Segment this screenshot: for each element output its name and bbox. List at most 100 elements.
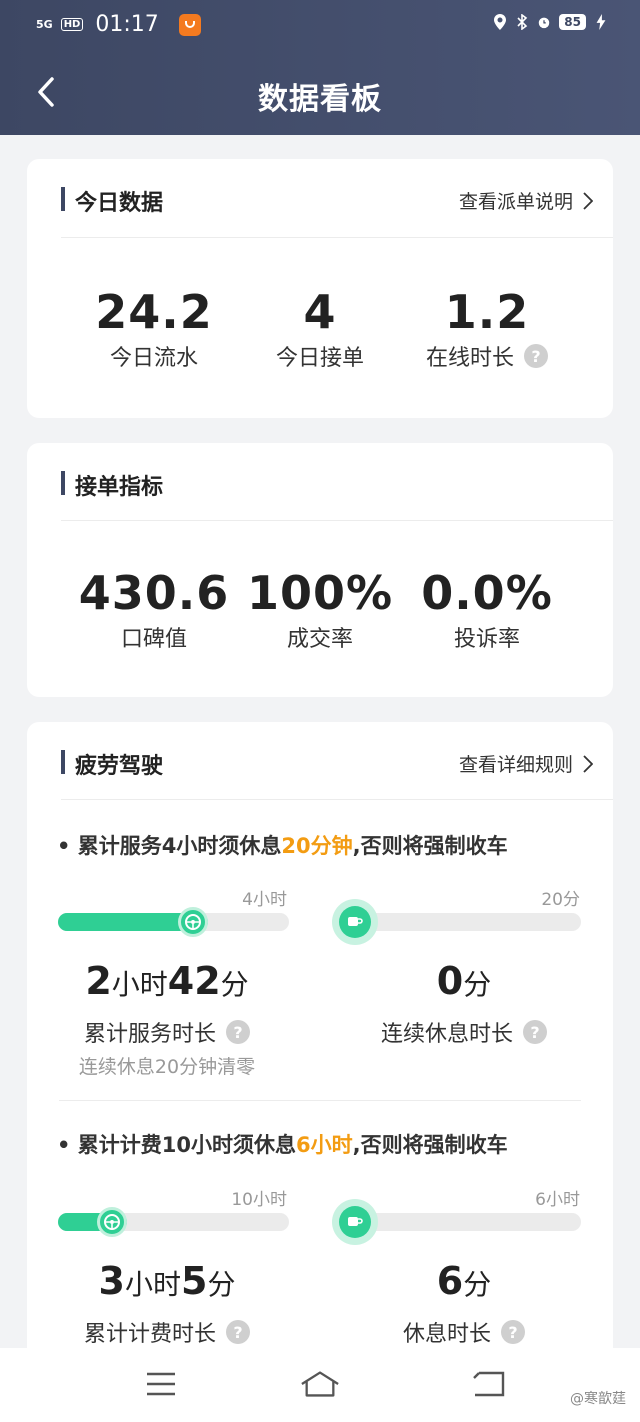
stat-label: 今日接单 [275, 346, 364, 371]
status-bar: 5G HD 01:17 85 [0, 0, 640, 50]
today-data-card: 今日数据 查看派单说明 24.2 今日流水 4 今日接单 1.2 在线时长? [27, 159, 613, 418]
divider [59, 1100, 581, 1101]
rule-highlight: 20分钟 [281, 834, 353, 858]
steering-wheel-icon [97, 1207, 128, 1237]
hours-unit: 小时 [111, 968, 168, 1001]
hours-value: 2 [85, 959, 112, 1003]
fatigue-driving-card: 疲劳驾驶 查看详细规则 • 累计服务4小时须休息20分钟,否则将强制收车 4小时… [27, 722, 613, 1362]
hd-badge: HD [60, 18, 84, 31]
rest2-duration-value: 6分 [324, 1259, 604, 1303]
help-icon[interactable]: ? [226, 1320, 250, 1344]
metrics-card-title: 接单指标 [61, 469, 163, 501]
signal-indicator: 5G [36, 18, 53, 31]
fatigue-rule-1: • 累计服务4小时须休息20分钟,否则将强制收车 [57, 830, 508, 860]
header: 5G HD 01:17 85 数据看板 [0, 0, 640, 135]
billing-duration-label: 累计计费时长? [27, 1316, 307, 1348]
charging-icon [596, 14, 606, 30]
stat-value: 430.6 [78, 566, 230, 620]
minutes-value: 42 [167, 959, 221, 1003]
hours-unit: 小时 [124, 1268, 181, 1301]
billing-duration-value: 3小时5分 [27, 1259, 307, 1303]
stat-value: 100% [246, 566, 394, 620]
return-icon [473, 1371, 505, 1397]
dispatch-info-link[interactable]: 查看派单说明 [459, 187, 593, 214]
back-nav-button[interactable] [468, 1366, 508, 1402]
minutes-unit: 分 [463, 1268, 492, 1301]
home-button[interactable] [300, 1366, 340, 1402]
help-icon[interactable]: ? [524, 344, 548, 368]
app-notification-icon [178, 13, 201, 36]
stat-completion-rate: 100% 成交率 [230, 565, 410, 653]
stat-label: 成交率 [286, 627, 353, 652]
stat-today-orders: 4 今日接单 [230, 284, 410, 372]
watermark: @寒歆莛 [570, 1391, 626, 1407]
stat-today-revenue: 24.2 今日流水 [64, 284, 244, 372]
duration-label: 休息时长 [402, 1322, 491, 1347]
menu-button[interactable] [141, 1366, 181, 1402]
status-time: 01:17 [95, 12, 159, 37]
minutes-unit: 分 [463, 968, 492, 1001]
steering-wheel-icon [178, 907, 209, 937]
stat-label: 在线时长 [425, 346, 514, 371]
dispatch-info-label: 查看派单说明 [458, 191, 573, 213]
rest2-duration-label: 休息时长? [324, 1316, 604, 1348]
coffee-cup-icon [332, 1199, 378, 1245]
rule-highlight: 6小时 [295, 1133, 353, 1157]
stat-label: 投诉率 [453, 627, 520, 652]
stat-label: 今日流水 [109, 346, 198, 371]
detail-rules-link[interactable]: 查看详细规则 [459, 750, 593, 777]
minutes-value: 5 [181, 1259, 208, 1303]
service-duration-label: 累计服务时长? [27, 1016, 307, 1048]
rest2-limit-caption: 6小时 [535, 1190, 580, 1210]
minutes-unit: 分 [207, 1268, 236, 1301]
bluetooth-icon [517, 14, 528, 30]
rule-text: ,否则将强制收车 [352, 1133, 508, 1157]
fatigue-card-title: 疲劳驾驶 [61, 748, 163, 780]
coffee-cup-icon [332, 899, 378, 945]
divider [61, 237, 613, 238]
rule-text: • 累计服务4小时须休息 [57, 834, 282, 858]
duration-label: 累计计费时长 [83, 1322, 216, 1347]
reset-note: 连续休息20分钟清零 [78, 1056, 256, 1078]
rest-duration-value: 0分 [324, 959, 604, 1003]
rule-text: ,否则将强制收车 [352, 834, 508, 858]
billing-limit-caption: 10小时 [231, 1190, 287, 1210]
help-icon[interactable]: ? [501, 1320, 525, 1344]
stat-value: 0.0% [421, 566, 553, 620]
help-icon[interactable]: ? [226, 1020, 250, 1044]
stat-online-hours: 1.2 在线时长? [397, 284, 577, 372]
help-icon[interactable]: ? [523, 1020, 547, 1044]
chevron-right-icon [583, 191, 593, 210]
home-icon [301, 1371, 339, 1397]
stat-reputation: 430.6 口碑值 [64, 565, 244, 653]
hours-value: 3 [98, 1259, 125, 1303]
alarm-icon [539, 17, 550, 29]
detail-rules-label: 查看详细规则 [458, 754, 573, 776]
battery-indicator: 85 [559, 14, 586, 30]
minutes-value: 0 [436, 959, 464, 1003]
stat-value: 1.2 [444, 285, 530, 339]
minutes-unit: 分 [220, 968, 249, 1001]
minutes-value: 6 [436, 1259, 464, 1303]
divider [61, 799, 613, 800]
rest-limit-caption: 20分 [541, 890, 580, 910]
order-metrics-card: 接单指标 430.6 口碑值 100% 成交率 0.0% 投诉率 [27, 443, 613, 697]
page-title: 数据看板 [258, 82, 382, 117]
menu-icon [147, 1372, 175, 1396]
divider [61, 520, 613, 521]
stat-label: 口碑值 [120, 627, 187, 652]
system-nav-bar [0, 1348, 640, 1422]
location-icon [494, 14, 507, 30]
service-duration-value: 2小时42分 [27, 959, 307, 1003]
duration-label: 连续休息时长 [380, 1022, 513, 1047]
stat-value: 24.2 [95, 285, 213, 339]
stat-complaint-rate: 0.0% 投诉率 [397, 565, 577, 653]
duration-label: 累计服务时长 [83, 1022, 216, 1047]
stat-value: 4 [303, 285, 337, 339]
today-card-title: 今日数据 [61, 185, 163, 217]
chevron-right-icon [583, 754, 593, 773]
service-limit-caption: 4小时 [242, 890, 287, 910]
fatigue-rule-2: • 累计计费10小时须休息6小时,否则将强制收车 [57, 1129, 508, 1159]
rest-duration-label: 连续休息时长? [324, 1016, 604, 1048]
rule-text: • 累计计费10小时须休息 [57, 1133, 296, 1157]
